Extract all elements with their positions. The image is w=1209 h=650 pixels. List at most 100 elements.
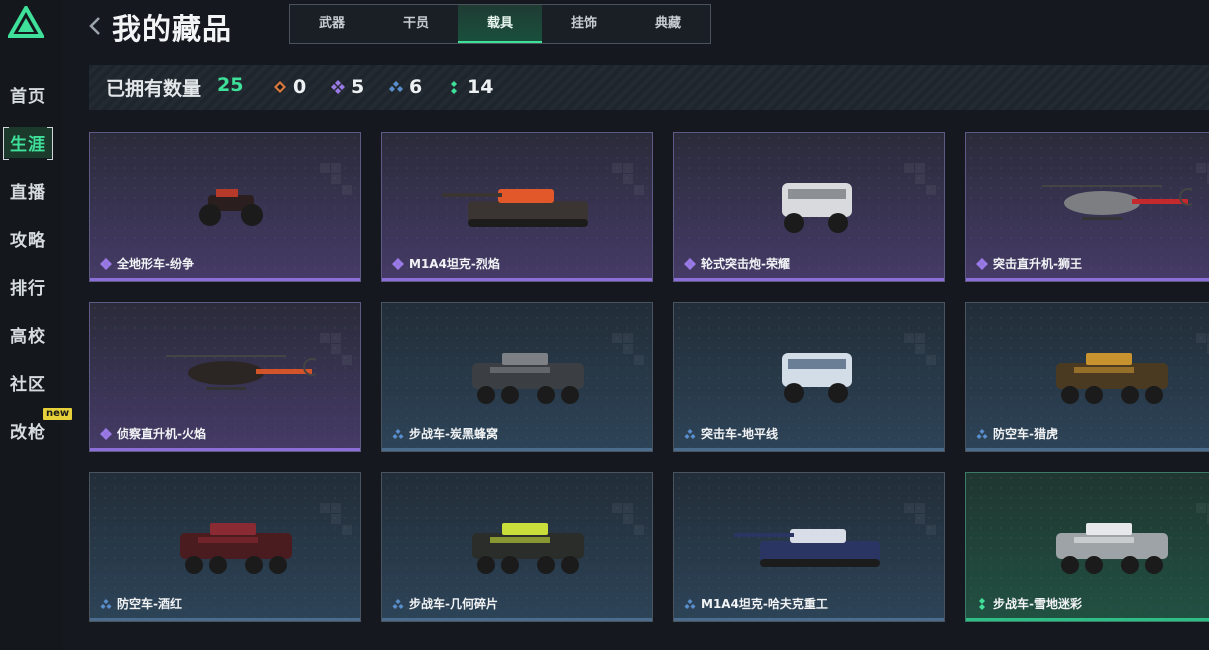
rarity-count-value: 14	[467, 76, 494, 98]
tab-vehicles[interactable]: 载具	[458, 5, 542, 43]
tab-operators[interactable]: 干员	[374, 5, 458, 43]
vehicle-card[interactable]: 突击直升机-狮王	[965, 132, 1209, 282]
vehicle-image	[734, 529, 880, 567]
blue-rarity-icon	[100, 598, 112, 609]
vehicle-card[interactable]: M1A4坦克-烈焰	[381, 132, 653, 282]
rarity-count-value: 6	[409, 76, 423, 98]
rarity-count-value: 0	[293, 76, 307, 98]
blue-rarity-icon	[392, 428, 404, 439]
green-dots-icon	[451, 81, 457, 94]
card-decoration	[1196, 163, 1209, 195]
purple-rarity-icon	[392, 257, 404, 270]
vehicle-card[interactable]: 步战车-雪地迷彩	[965, 472, 1209, 622]
vehicle-image	[180, 523, 292, 574]
blue-rarity-icon	[684, 598, 696, 609]
vehicle-card[interactable]: 侦察直升机-火焰	[89, 302, 361, 452]
vehicle-card[interactable]: 全地形车-纷争	[89, 132, 361, 282]
vehicle-label: 轮式突击炮-荣耀	[684, 255, 790, 272]
card-decoration	[612, 163, 644, 195]
purple-rarity-icon	[100, 427, 112, 440]
sidebar-item-ranking[interactable]: 排行	[10, 274, 46, 299]
green-rarity-icon	[979, 597, 985, 610]
vehicle-card[interactable]: 突击车-地平线	[673, 302, 945, 452]
vehicle-label: M1A4坦克-哈夫克重工	[684, 595, 828, 612]
blue-rarity-icon	[392, 598, 404, 609]
purple-diamond-icon	[331, 80, 345, 94]
rarity-stripe	[674, 618, 944, 621]
vehicle-image	[1042, 185, 1192, 220]
card-decoration	[320, 503, 352, 535]
purple-rarity-icon	[100, 257, 112, 270]
back-arrow-icon[interactable]	[88, 14, 102, 38]
vehicle-label: 突击直升机-狮王	[976, 255, 1082, 272]
sidebar-item-guide[interactable]: 攻略	[10, 226, 46, 251]
rarity-stripe	[966, 618, 1209, 621]
sidebar-item-career[interactable]: 生涯	[3, 127, 53, 160]
tab-charms[interactable]: 挂饰	[542, 5, 626, 43]
vehicle-image	[166, 355, 316, 390]
rarity-stripe	[966, 448, 1209, 451]
card-decoration	[904, 333, 936, 365]
owned-label: 已拥有数量	[106, 78, 202, 100]
vehicle-image	[782, 353, 852, 403]
rarity-count-purple: 5	[331, 76, 365, 98]
blue-rarity-icon	[684, 428, 696, 439]
app-logo-icon[interactable]	[8, 6, 44, 38]
vehicle-card[interactable]: M1A4坦克-哈夫克重工	[673, 472, 945, 622]
vehicle-name: 步战车-雪地迷彩	[993, 597, 1082, 611]
card-decoration	[320, 163, 352, 195]
vehicle-name: 轮式突击炮-荣耀	[701, 257, 790, 271]
vehicle-label: 步战车-雪地迷彩	[976, 595, 1082, 612]
vehicle-image	[442, 189, 588, 227]
rarity-stripe	[90, 278, 360, 281]
card-decoration	[1196, 333, 1209, 365]
vehicle-image	[199, 189, 263, 226]
rarity-stripe	[382, 618, 652, 621]
card-decoration	[612, 503, 644, 535]
new-badge: new	[43, 408, 73, 420]
card-decoration	[320, 333, 352, 365]
vehicle-label: M1A4坦克-烈焰	[392, 255, 500, 272]
vehicle-name: 全地形车-纷争	[117, 257, 194, 271]
card-decoration	[1196, 503, 1209, 535]
rarity-count-value: 5	[351, 76, 365, 98]
vehicle-card[interactable]: 步战车-几何碎片	[381, 472, 653, 622]
tab-weapons[interactable]: 武器	[290, 5, 374, 43]
vehicle-label: 步战车-几何碎片	[392, 595, 498, 612]
vehicle-card[interactable]: 防空车-猎虎	[965, 302, 1209, 452]
owned-summary-bar: 已拥有数量 25 0 5 6 14	[89, 65, 1209, 110]
vehicle-card[interactable]: 防空车-酒红	[89, 472, 361, 622]
vehicle-card[interactable]: 轮式突击炮-荣耀	[673, 132, 945, 282]
vehicle-label: 步战车-炭黑蜂窝	[392, 425, 498, 442]
vehicle-image	[1056, 523, 1168, 574]
rarity-stripe	[966, 278, 1209, 281]
rarity-stripe	[90, 448, 360, 451]
blue-diamond-icon	[389, 81, 403, 92]
purple-rarity-icon	[684, 257, 696, 270]
rarity-count-blue: 6	[389, 76, 423, 98]
rarity-stripe	[674, 278, 944, 281]
vehicle-label: 防空车-猎虎	[976, 425, 1058, 442]
card-decoration	[904, 163, 936, 195]
vehicle-label: 侦察直升机-火焰	[100, 425, 206, 442]
vehicle-label: 防空车-酒红	[100, 595, 182, 612]
vehicle-card[interactable]: 步战车-炭黑蜂窝	[381, 302, 653, 452]
vehicle-name: 防空车-酒红	[117, 597, 182, 611]
rarity-stripe	[90, 618, 360, 621]
vehicle-name: 步战车-几何碎片	[409, 597, 498, 611]
vehicle-label: 全地形车-纷争	[100, 255, 194, 272]
vehicle-name: M1A4坦克-哈夫克重工	[701, 597, 828, 611]
sidebar-item-gunsmith[interactable]: 改枪	[10, 418, 46, 443]
sidebar-item-live[interactable]: 直播	[10, 178, 46, 203]
vehicle-image	[472, 523, 584, 574]
card-decoration	[904, 503, 936, 535]
tab-collection[interactable]: 典藏	[626, 5, 710, 43]
sidebar-item-college[interactable]: 高校	[10, 322, 46, 347]
vehicle-name: 突击车-地平线	[701, 427, 778, 441]
rarity-count-green: 14	[447, 76, 494, 98]
vehicle-image	[472, 353, 584, 404]
vehicle-name: 侦察直升机-火焰	[117, 427, 206, 441]
sidebar-item-home[interactable]: 首页	[10, 82, 46, 107]
rarity-stripe	[674, 448, 944, 451]
sidebar-item-community[interactable]: 社区	[10, 370, 46, 395]
